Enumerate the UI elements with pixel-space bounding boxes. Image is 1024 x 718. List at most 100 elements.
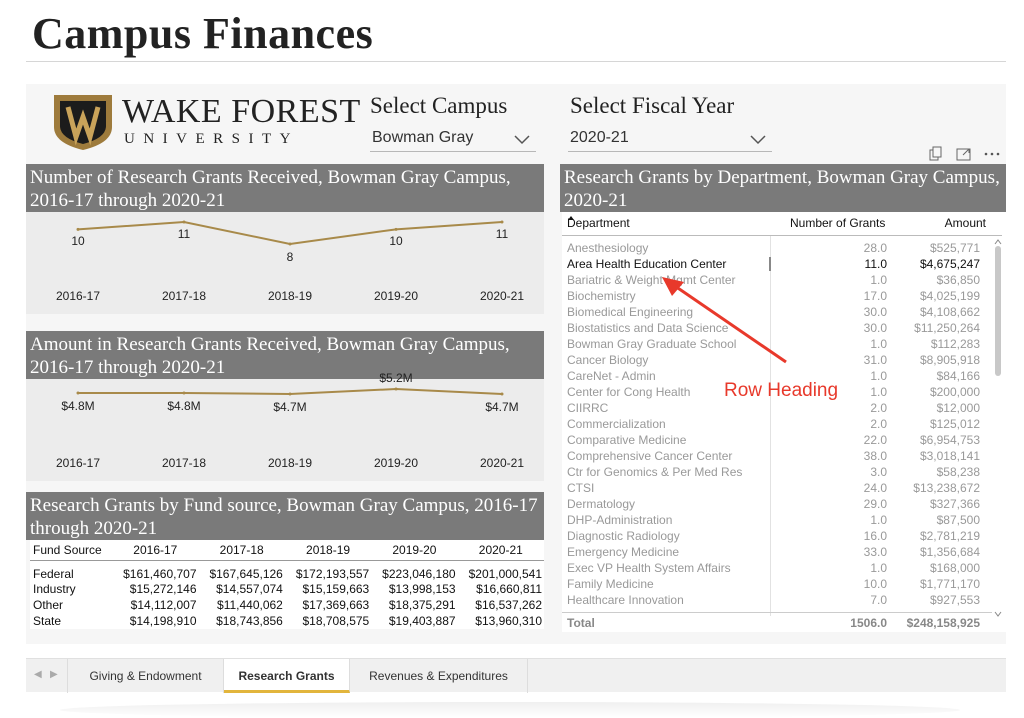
department-row[interactable]: Exec VP Health System Affairs 1.0 $168,000 (562, 560, 992, 576)
tab-giving-endowment[interactable]: Giving & Endowment (68, 659, 224, 693)
department-row[interactable]: CTSI 24.0 $13,238,672 (562, 480, 992, 496)
x-tick-label: 2017-18 (161, 289, 207, 303)
department-row[interactable]: Ctr for Genomics & Per Med Res 3.0 $58,238 (562, 464, 992, 480)
fund-source-header[interactable]: 2020-21 (457, 540, 544, 561)
department-grant-count: 22.0 (863, 433, 887, 447)
fiscal-year-dropdown[interactable]: 2020-21 (568, 126, 772, 152)
campus-slicer-title: Select Campus (370, 93, 508, 118)
department-amount: $125,012 (929, 417, 980, 431)
fund-source-row: Other $14,112,007 $11,440,062 $17,369,663 $1… (30, 597, 544, 613)
tab-research-grants[interactable]: Research Grants (224, 659, 350, 693)
fund-source-amount: $18,743,856 (216, 613, 283, 628)
data-point[interactable] (500, 392, 504, 396)
data-label: 10 (389, 234, 403, 249)
department-row[interactable]: Dermatology 29.0 $327,366 (562, 496, 992, 512)
department-total-row: Total 1506.0 $248,158,925 (562, 612, 992, 632)
department-grant-count: 29.0 (863, 497, 887, 511)
department-row[interactable]: CIIRRC 2.0 $12,000 (562, 400, 992, 416)
department-row[interactable]: Commercialization 2.0 $125,012 (562, 416, 992, 432)
data-point[interactable] (76, 227, 80, 231)
fund-source-label: Industry (33, 581, 76, 596)
department-name: Center for Cong Health (567, 385, 691, 399)
more-options-icon[interactable] (984, 146, 1000, 162)
data-point[interactable] (288, 242, 292, 246)
scroll-up-icon[interactable] (994, 238, 1002, 246)
fund-source-header[interactable]: Fund Source (30, 540, 113, 561)
department-row[interactable]: Family Medicine 10.0 $1,771,170 (562, 576, 992, 592)
data-point[interactable] (394, 387, 398, 391)
department-row[interactable]: Comparative Medicine 22.0 $6,954,753 (562, 432, 992, 448)
tab-revenues-expenditures[interactable]: Revenues & Expenditures (350, 659, 528, 693)
department-row[interactable]: Emergency Medicine 33.0 $1,356,684 (562, 544, 992, 560)
fund-source-header[interactable]: 2018-19 (284, 540, 372, 561)
sort-ascending-icon (568, 216, 574, 220)
logo-name: WAKE FOREST (122, 93, 361, 130)
total-amount: $248,158,925 (906, 616, 980, 630)
data-point[interactable] (76, 391, 80, 395)
department-amount: $12,000 (936, 401, 980, 415)
scrollbar-thumb[interactable] (995, 246, 1001, 376)
fund-source-amount: $223,046,180 (382, 566, 456, 581)
logo-subtitle: UNIVERSITY (124, 131, 299, 147)
department-grant-count: 1.0 (870, 561, 887, 575)
department-row[interactable]: Anesthesiology 28.0 $525,771 (562, 240, 992, 256)
x-tick-label: 2016-17 (55, 456, 101, 470)
grants-amount-line-chart: $4.8M 2016-17 $4.8M 2017-18 $4.7M 2018-19 $5.2… (26, 371, 544, 481)
department-grant-count: 16.0 (863, 529, 887, 543)
fund-source-amount: $14,198,910 (129, 613, 197, 628)
x-tick-label: 2020-21 (479, 456, 525, 470)
department-name: CIIRRC (567, 401, 609, 415)
x-tick-label: 2016-17 (55, 289, 101, 303)
department-column-header[interactable]: Department (567, 216, 630, 230)
department-row[interactable]: Healthcare Innovation 7.0 $927,553 (562, 592, 992, 608)
fund-source-table: Fund Source 2016-17 2017-18 2018-19 2019… (30, 540, 544, 629)
department-grant-count: 10.0 (863, 577, 887, 591)
department-grant-count: 2.0 (870, 417, 887, 431)
scroll-down-icon[interactable] (994, 610, 1002, 618)
fund-source-row: Industry $15,272,146 $14,557,074 $15,159,66… (30, 581, 544, 597)
fund-source-header[interactable]: 2016-17 (112, 540, 199, 561)
x-tick-label: 2019-20 (373, 289, 419, 303)
department-row[interactable]: Comprehensive Cancer Center 38.0 $3,018,14… (562, 448, 992, 464)
data-point[interactable] (182, 220, 186, 224)
x-tick-label: 2018-19 (267, 456, 313, 470)
department-amount: $4,108,662 (919, 305, 980, 319)
tab-navigation[interactable]: ◀ ▶ (26, 659, 68, 693)
fund-source-header[interactable]: 2019-20 (371, 540, 458, 561)
fund-source-amount: $18,375,291 (388, 597, 456, 612)
fiscal-year-dropdown-value: 2020-21 (570, 129, 629, 146)
focus-mode-icon[interactable] (956, 146, 972, 162)
previous-page-icon[interactable]: ◀ (34, 669, 42, 680)
department-name: Healthcare Innovation (567, 593, 684, 607)
department-grant-count: 1.0 (870, 273, 887, 287)
selected-row-indicator (769, 257, 771, 271)
fund-source-label: Federal (33, 566, 74, 581)
data-point[interactable] (288, 392, 292, 396)
copy-icon[interactable] (928, 146, 944, 162)
amount-column-header[interactable]: Amount (945, 216, 986, 230)
page-title: Campus Finances (32, 9, 374, 58)
department-name: Family Medicine (567, 577, 654, 591)
department-scrollbar[interactable] (994, 238, 1002, 618)
campus-dropdown[interactable]: Bowman Gray (370, 126, 536, 152)
grant-count-column-header[interactable]: Number of Grants (790, 216, 885, 230)
data-label: $5.2M (379, 371, 413, 385)
department-name: Area Health Education Center (567, 257, 727, 271)
fund-source-amount: $201,000,541 (468, 566, 542, 581)
department-name: DHP-Administration (567, 513, 673, 527)
fund-source-label: State (33, 613, 62, 628)
data-label: $4.8M (167, 399, 201, 413)
fund-source-amount: $13,960,310 (475, 613, 542, 628)
data-label: 8 (286, 250, 294, 264)
next-page-icon[interactable]: ▶ (50, 669, 58, 680)
department-grant-count: 30.0 (863, 305, 887, 319)
data-label: $4.7M (485, 400, 519, 414)
department-row[interactable]: DHP-Administration 1.0 $87,500 (562, 512, 992, 528)
department-row[interactable]: Diagnostic Radiology 16.0 $2,781,219 (562, 528, 992, 544)
data-point[interactable] (182, 391, 186, 395)
data-label: 10 (71, 234, 85, 249)
data-point[interactable] (500, 220, 504, 224)
data-point[interactable] (394, 227, 398, 231)
department-grant-count: 1.0 (870, 385, 887, 399)
fund-source-header[interactable]: 2017-18 (198, 540, 285, 561)
